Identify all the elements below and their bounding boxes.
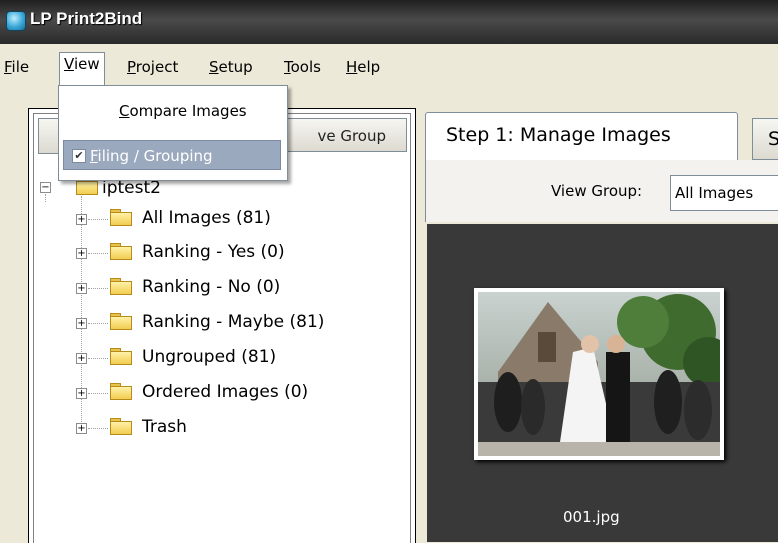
expand-icon[interactable]: + [76,388,87,399]
menu-view[interactable]: View [59,52,105,85]
view-menu-dropdown: Compare Images ✔ Filing / Grouping [58,85,288,181]
expand-icon[interactable]: + [76,283,87,294]
tree-item-label[interactable]: Ranking - No (0) [142,277,280,297]
thumbnail-caption: 001.jpg [563,508,620,526]
expand-icon[interactable]: + [76,214,87,225]
menu-item-filing-grouping[interactable]: ✔ Filing / Grouping [63,140,281,170]
folder-icon [110,209,132,226]
thumbnail-image[interactable] [478,292,720,456]
expand-icon[interactable]: + [76,318,87,329]
view-group-select[interactable]: All Images [670,175,778,211]
menu-setup[interactable]: Setup [205,56,257,78]
menu-item-compare-images[interactable]: Compare Images [63,96,281,126]
tree-root-label[interactable]: iptest2 [102,178,161,198]
title-bar: LP Print2Bind [0,0,778,44]
app-icon [6,11,26,31]
tree-item-label[interactable]: Ranking - Maybe (81) [142,312,324,332]
menu-project[interactable]: Project [123,56,182,78]
folder-icon [110,313,132,330]
tree-item-label[interactable]: Trash [142,417,187,437]
collapse-root-icon[interactable]: − [40,182,51,193]
tab-step2[interactable]: S [752,118,778,160]
menu-tools[interactable]: Tools [280,56,325,78]
menu-help[interactable]: Help [342,56,384,78]
tree-item-label[interactable]: Ungrouped (81) [142,347,276,367]
folder-icon [110,383,132,400]
menu-bar [0,52,778,80]
window-title: LP Print2Bind [30,9,143,28]
folder-icon [110,418,132,435]
folder-icon [110,348,132,365]
tree-item-label[interactable]: Ranking - Yes (0) [142,242,285,262]
view-group-label: View Group: [551,182,643,200]
expand-icon[interactable]: + [76,353,87,364]
expand-icon[interactable]: + [76,248,87,259]
tree-item-label[interactable]: All Images (81) [142,208,271,228]
tab-step1-manage-images[interactable]: Step 1: Manage Images [425,112,738,160]
tree-item-label[interactable]: Ordered Images (0) [142,382,308,402]
folder-icon [110,278,132,295]
checkmark-icon: ✔ [72,149,86,163]
folder-icon [110,243,132,260]
expand-icon[interactable]: + [76,423,87,434]
menu-file[interactable]: File [0,56,33,78]
